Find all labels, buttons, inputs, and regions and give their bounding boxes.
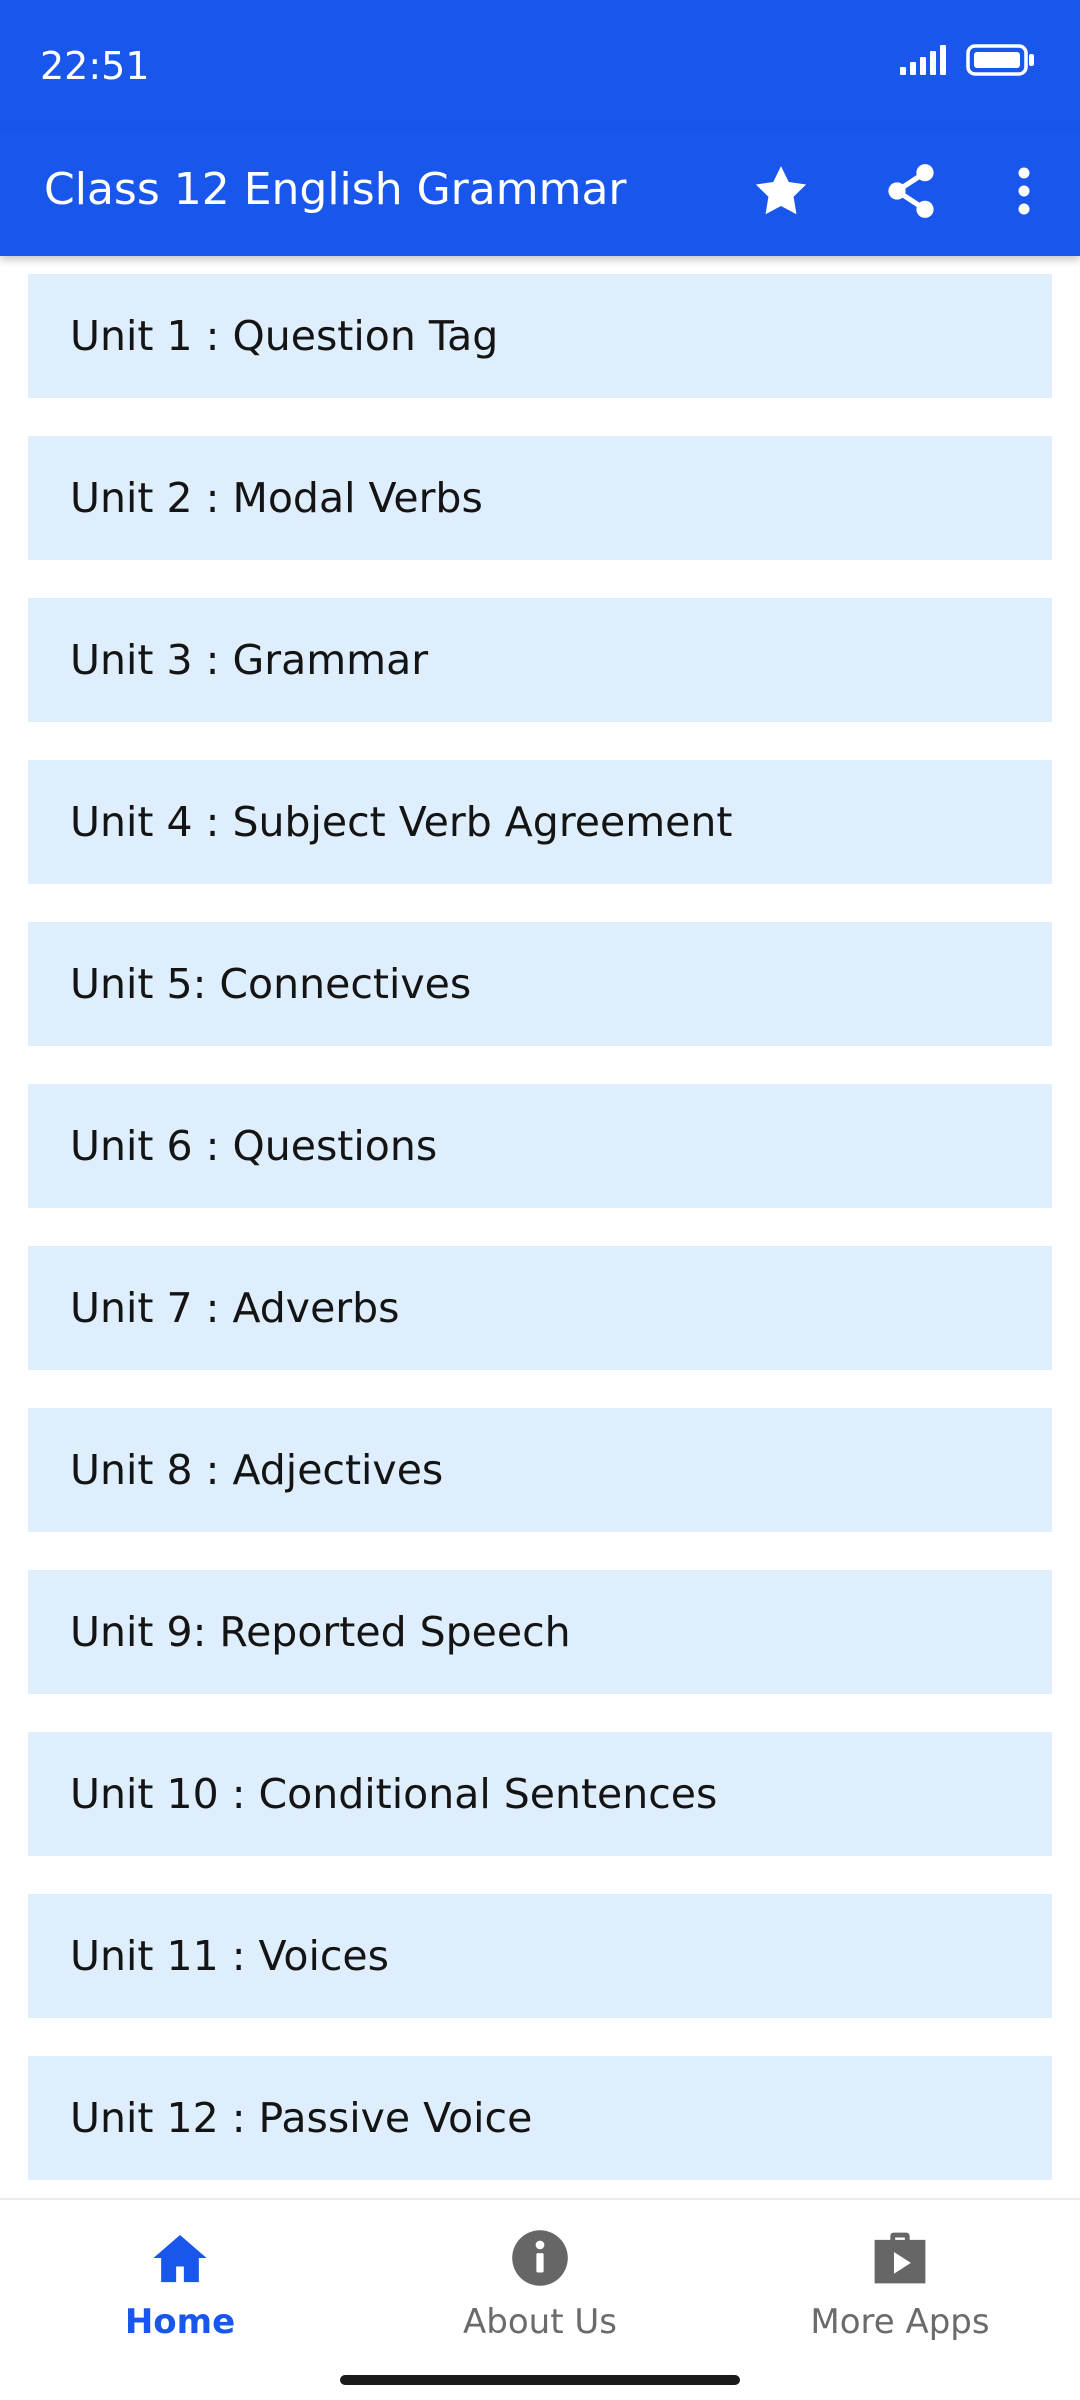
unit-item-2[interactable]: Unit 2 : Modal Verbs xyxy=(28,436,1052,560)
star-icon xyxy=(752,163,810,223)
unit-label: Unit 10 : Conditional Sentences xyxy=(70,1770,718,1818)
share-button[interactable] xyxy=(846,130,976,256)
nav-item-home[interactable]: Home xyxy=(30,2226,330,2356)
status-bar: 22:51 xyxy=(0,0,1080,130)
signal-icon xyxy=(900,45,950,79)
favorite-button[interactable] xyxy=(716,130,846,256)
unit-item-12[interactable]: Unit 12 : Passive Voice xyxy=(28,2056,1052,2180)
info-icon xyxy=(508,2226,572,2290)
unit-item-5[interactable]: Unit 5: Connectives xyxy=(28,922,1052,1046)
store-bag-icon xyxy=(868,2226,932,2290)
app-title: Class 12 English Grammar xyxy=(44,164,627,215)
unit-item-1[interactable]: Unit 1 : Question Tag xyxy=(28,274,1052,398)
nav-label-about-us: About Us xyxy=(463,2302,617,2342)
app-bar: Class 12 English Grammar xyxy=(0,130,1080,256)
gesture-home-indicator[interactable] xyxy=(340,2375,740,2385)
unit-item-9[interactable]: Unit 9: Reported Speech xyxy=(28,1570,1052,1694)
unit-label: Unit 9: Reported Speech xyxy=(70,1608,571,1656)
nav-item-about-us[interactable]: About Us xyxy=(390,2226,690,2356)
unit-item-10[interactable]: Unit 10 : Conditional Sentences xyxy=(28,1732,1052,1856)
unit-item-6[interactable]: Unit 6 : Questions xyxy=(28,1084,1052,1208)
unit-item-7[interactable]: Unit 7 : Adverbs xyxy=(28,1246,1052,1370)
unit-label: Unit 4 : Subject Verb Agreement xyxy=(70,798,733,846)
more-vertical-icon xyxy=(1017,167,1031,219)
unit-label: Unit 12 : Passive Voice xyxy=(70,2094,533,2142)
nav-label-home: Home xyxy=(124,2302,236,2342)
home-icon xyxy=(148,2226,212,2290)
unit-label: Unit 6 : Questions xyxy=(70,1122,438,1170)
unit-label: Unit 11 : Voices xyxy=(70,1932,390,1980)
unit-item-11[interactable]: Unit 11 : Voices xyxy=(28,1894,1052,2018)
unit-item-4[interactable]: Unit 4 : Subject Verb Agreement xyxy=(28,760,1052,884)
unit-label: Unit 2 : Modal Verbs xyxy=(70,474,483,522)
nav-item-more-apps[interactable]: More Apps xyxy=(750,2226,1050,2356)
bottom-navigation: Home About Us More Apps xyxy=(0,2198,1080,2400)
unit-item-8[interactable]: Unit 8 : Adjectives xyxy=(28,1408,1052,1532)
share-icon xyxy=(885,163,937,223)
unit-item-3[interactable]: Unit 3 : Grammar xyxy=(28,598,1052,722)
status-icons xyxy=(900,44,1036,80)
unit-label: Unit 7 : Adverbs xyxy=(70,1284,400,1332)
unit-label: Unit 3 : Grammar xyxy=(70,636,429,684)
unit-label: Unit 8 : Adjectives xyxy=(70,1446,444,1494)
nav-label-more-apps: More Apps xyxy=(810,2302,990,2342)
app-screen: 22:51 Class 12 English Grammar Unit 1: … xyxy=(0,0,1080,2400)
unit-label: Unit 1 : Question Tag xyxy=(70,312,499,360)
app-bar-actions xyxy=(716,130,1080,256)
unit-list: Unit 1 : Question Tag Unit 2 : Modal Ver… xyxy=(28,274,1052,2218)
battery-icon xyxy=(966,44,1036,80)
status-time: 22:51 xyxy=(40,44,150,88)
more-options-button[interactable] xyxy=(976,130,1072,256)
unit-label: Unit 5: Connectives xyxy=(70,960,472,1008)
